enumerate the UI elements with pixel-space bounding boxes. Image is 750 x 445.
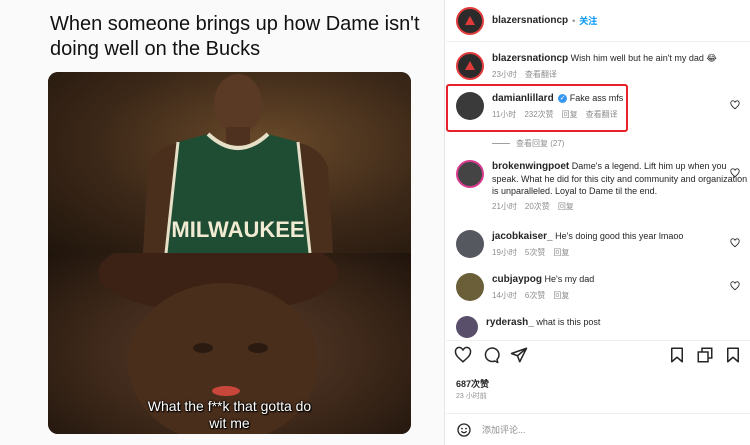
post-timestamp: 23 小时前	[456, 393, 487, 400]
comment-username[interactable]: blazersnationcp	[492, 53, 568, 64]
blazers-logo-icon	[465, 15, 475, 25]
comment-item: blazersnationcp Wish him well but he ain…	[456, 52, 748, 81]
meme-subtitle-line2: wit me	[209, 415, 250, 431]
like-comment-icon[interactable]	[730, 238, 740, 248]
poster-avatar[interactable]	[456, 6, 484, 35]
comment-avatar[interactable]	[456, 160, 484, 188]
meme-image: MILWAUKEE What the f**k that gotta do wi…	[48, 72, 411, 434]
comment-item-highlighted: damianlillard ✓ Fake ass mfs 11小时 232次赞 …	[456, 92, 748, 121]
like-comment-icon[interactable]	[730, 168, 740, 178]
comment-username[interactable]: ryderash_	[486, 317, 534, 328]
comment-likes[interactable]: 5次赞	[525, 247, 545, 259]
translate-link[interactable]: 查看翻译	[586, 109, 618, 121]
meme-panel-player: MILWAUKEE	[48, 72, 411, 254]
comment-item: cubjaypog He's my dad 14小时 6次赞 回复	[456, 273, 748, 302]
meme-panel-reaction: What the f**k that gotta do wit me	[48, 233, 411, 434]
bookmark-icon[interactable]	[668, 346, 686, 364]
jersey-text: MILWAUKEE	[171, 217, 304, 242]
reply-button[interactable]: 回复	[558, 201, 574, 213]
post-action-bar	[446, 340, 750, 368]
collection-icon[interactable]	[696, 346, 714, 364]
comment-avatar[interactable]	[456, 52, 484, 80]
view-replies-link[interactable]: 查看回复 (27)	[492, 138, 564, 149]
add-comment-bar: 添加评论...	[446, 413, 750, 445]
comment-likes[interactable]: 20次赞	[525, 201, 550, 213]
reply-button[interactable]: 回复	[562, 109, 578, 121]
comment-text: He's my dad	[544, 274, 595, 284]
reply-button[interactable]: 回复	[553, 247, 569, 259]
comment-avatar[interactable]	[456, 273, 484, 301]
like-comment-icon[interactable]	[730, 281, 740, 291]
like-comment-icon[interactable]	[730, 100, 740, 110]
comment-avatar[interactable]	[456, 230, 484, 258]
comment-time: 14小时	[492, 291, 517, 300]
comment-time: 21小时	[492, 202, 517, 211]
comment-username[interactable]: brokenwingpoet	[492, 161, 569, 172]
comment-avatar[interactable]	[456, 316, 478, 338]
like-post-icon[interactable]	[454, 346, 472, 364]
comment-text: Wish him well but he ain't my dad 😂	[570, 53, 717, 63]
comment-username[interactable]: cubjaypog	[492, 274, 542, 285]
comment-bubble-icon[interactable]	[482, 346, 500, 364]
comment-item: brokenwingpoet Dame's a legend. Lift him…	[456, 160, 748, 213]
comment-avatar[interactable]	[456, 92, 484, 120]
view-replies-label: 查看回复 (27)	[516, 139, 565, 148]
comment-text: Fake ass mfs	[569, 93, 624, 103]
comment-time: 19小时	[492, 248, 517, 257]
meme-subtitle: What the f**k that gotta do wit me	[48, 398, 411, 432]
verified-badge-icon: ✓	[558, 94, 568, 104]
comments-panel: blazersnationcp • 关注 blazersnationcp Wis…	[446, 0, 750, 445]
post-header: blazersnationcp • 关注	[446, 0, 750, 42]
save-icon[interactable]	[724, 346, 742, 364]
comment-username[interactable]: jacobkaiser_	[492, 231, 553, 242]
post-media-area: When someone brings up how Dame isn't do…	[0, 0, 445, 445]
comment-likes[interactable]: 232次赞	[524, 109, 553, 121]
comment-text: He's doing good this year lmaoo	[555, 231, 684, 241]
meme-caption: When someone brings up how Dame isn't do…	[50, 13, 420, 60]
comment-item: ryderash_ what is this post	[456, 316, 748, 338]
comment-username[interactable]: damianlillard	[492, 93, 554, 104]
comment-item: jacobkaiser_ He's doing good this year l…	[456, 230, 748, 259]
meme-subtitle-line1: What the f**k that gotta do	[147, 398, 312, 414]
post-like-count[interactable]: 687次赞	[456, 377, 489, 390]
follow-button[interactable]: 关注	[579, 14, 597, 27]
player-illustration: MILWAUKEE	[143, 74, 333, 254]
comment-time: 23小时	[492, 70, 517, 79]
blazers-logo-icon	[465, 61, 475, 70]
reply-button[interactable]: 回复	[553, 290, 569, 302]
comment-time: 11小时	[492, 110, 517, 119]
poster-username[interactable]: blazersnationcp	[492, 15, 568, 26]
comment-likes[interactable]: 6次赞	[525, 290, 545, 302]
add-comment-input[interactable]: 添加评论...	[482, 423, 526, 436]
replies-divider	[492, 143, 510, 144]
share-send-icon[interactable]	[510, 346, 528, 364]
comment-text: what is this post	[536, 317, 601, 327]
translate-link[interactable]: 查看翻译	[525, 69, 557, 81]
header-separator: •	[572, 15, 576, 26]
emoji-icon[interactable]	[456, 422, 472, 438]
